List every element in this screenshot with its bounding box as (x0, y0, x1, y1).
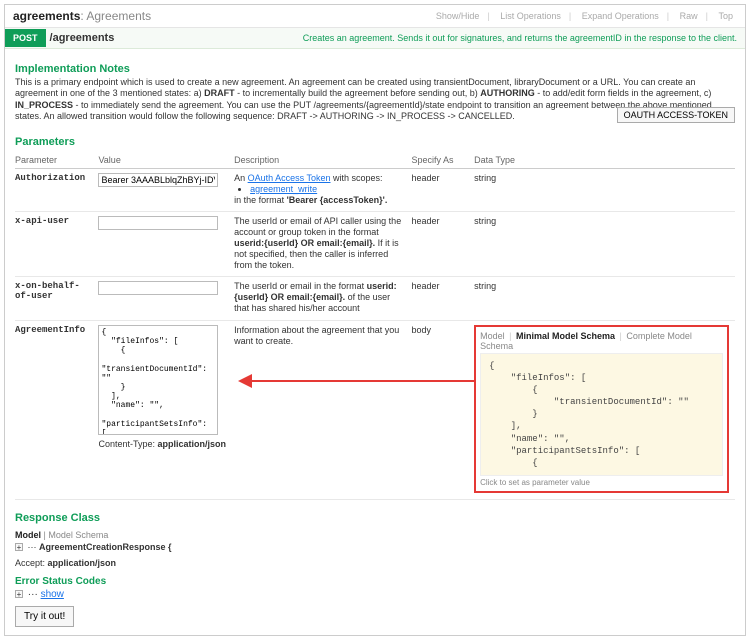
resp-tab-model[interactable]: Model (15, 530, 41, 540)
parameters-heading: Parameters (15, 136, 735, 148)
response-class-heading: Response Class (15, 512, 735, 524)
schema-box[interactable]: { "fileInfos": [ { "transientDocumentId"… (480, 353, 723, 476)
oauth-token-link[interactable]: OAuth Access Token (248, 173, 331, 183)
link-showhide[interactable]: Show/Hide (432, 11, 484, 21)
resp-tab-schema[interactable]: Model Schema (48, 530, 108, 540)
param-spec: header (412, 277, 475, 320)
param-name-xapiuser: x-api-user (15, 212, 98, 277)
op-summary: Creates an agreement. Sends it out for s… (279, 33, 745, 43)
param-desc-behalf: The userId or email in the format userid… (234, 277, 411, 320)
model-schema-panel: Model | Minimal Model Schema | Complete … (474, 325, 729, 493)
param-type: string (474, 277, 735, 320)
col-datatype: Data Type (474, 152, 735, 169)
resource-title: agreements: Agreements (13, 9, 151, 23)
col-description: Description (234, 152, 411, 169)
agreementinfo-input[interactable] (98, 325, 218, 435)
link-expandops[interactable]: Expand Operations (578, 11, 663, 21)
col-parameter: Parameter (15, 152, 98, 169)
accept-line: Accept: application/json (15, 558, 735, 568)
link-raw[interactable]: Raw (676, 11, 702, 21)
content-type-line: Content-Type: application/json (98, 439, 228, 449)
error-codes-heading: Error Status Codes (15, 576, 735, 587)
col-specify: Specify As (412, 152, 475, 169)
tab-minimal-schema[interactable]: Minimal Model Schema (516, 331, 615, 341)
xapiuser-input[interactable] (98, 216, 218, 230)
impl-notes-heading: Implementation Notes (15, 63, 735, 75)
param-desc-authorization: An OAuth Access Token with scopes: agree… (234, 169, 411, 212)
param-spec: header (412, 212, 475, 277)
scope-link[interactable]: agreement_write (250, 184, 317, 194)
table-row: Authorization An OAuth Access Token with… (15, 169, 735, 212)
param-name-behalf: x-on-behalf-of-user (15, 277, 98, 320)
oauth-token-button[interactable]: OAUTH ACCESS-TOKEN (617, 107, 735, 123)
param-spec: header (412, 169, 475, 212)
col-value: Value (98, 152, 234, 169)
header-links: Show/Hide| List Operations| Expand Opera… (432, 11, 737, 21)
behalf-input[interactable] (98, 281, 218, 295)
schema-hint: Click to set as parameter value (480, 478, 723, 487)
param-desc-xapiuser: The userId or email of API caller using … (234, 212, 411, 277)
param-name-authorization: Authorization (15, 169, 98, 212)
param-spec: body (412, 320, 475, 499)
param-type: string (474, 169, 735, 212)
parameters-table: Parameter Value Description Specify As D… (15, 152, 735, 500)
expand-icon[interactable]: + (15, 543, 23, 551)
method-badge[interactable]: POST (5, 29, 46, 47)
expand-icon[interactable]: + (15, 590, 23, 598)
param-name-agreementinfo: AgreementInfo (15, 320, 98, 499)
link-listops[interactable]: List Operations (496, 11, 565, 21)
link-top[interactable]: Top (714, 11, 737, 21)
table-row: x-api-user The userId or email of API ca… (15, 212, 735, 277)
param-desc-agreementinfo: Information about the agreement that you… (234, 320, 411, 499)
op-path[interactable]: /agreements (50, 28, 279, 48)
response-object-name: AgreementCreationResponse { (39, 542, 172, 552)
authorization-input[interactable] (98, 173, 218, 187)
show-errors-link[interactable]: show (41, 589, 64, 600)
table-row: x-on-behalf-of-user The userId or email … (15, 277, 735, 320)
try-it-out-button[interactable]: Try it out! (15, 606, 74, 627)
tab-model[interactable]: Model (480, 331, 505, 341)
table-row: AgreementInfo Content-Type: application/… (15, 320, 735, 499)
param-type: string (474, 212, 735, 277)
